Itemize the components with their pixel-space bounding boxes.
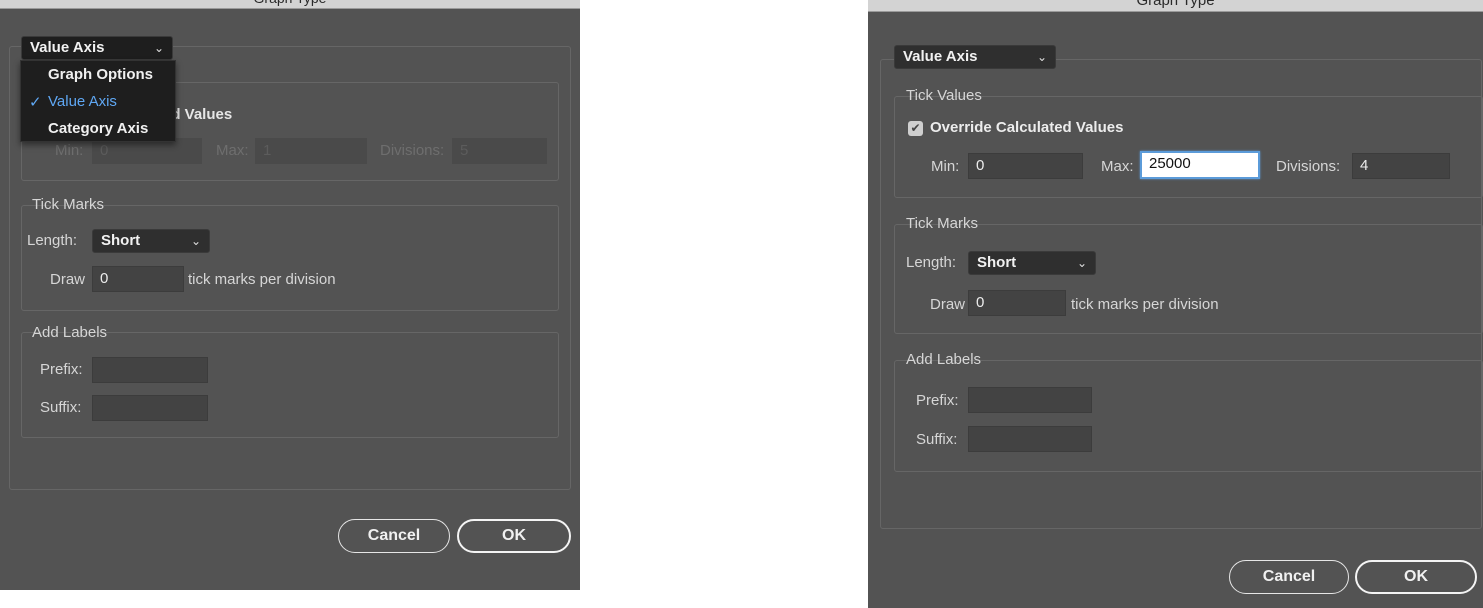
max-label: Max: [1101,158,1134,175]
max-field[interactable]: 25000 [1140,151,1260,179]
prefix-label: Prefix: [40,361,83,378]
dialog-title: Graph Type [1136,0,1215,9]
tick-values-group [894,96,1483,198]
divisions-field[interactable]: 5 [452,138,547,164]
chevron-down-icon: ⌄ [153,41,164,55]
suffix-field[interactable] [968,426,1092,452]
tick-marks-group [21,205,559,311]
divisions-field[interactable]: 4 [1352,153,1450,179]
chevron-down-icon: ⌄ [1076,256,1087,270]
graph-type-dialog-right: Graph Type Value Axis ⌄ Tick Values ✔ Ov… [868,0,1483,608]
ok-button[interactable]: OK [1355,560,1477,594]
cancel-button[interactable]: Cancel [1229,560,1349,594]
section-select-value: Value Axis [30,39,105,56]
length-select-value: Short [977,254,1017,271]
max-label: Max: [216,142,249,159]
draw-label: Draw [930,296,966,313]
divisions-label: Divisions: [1276,158,1341,175]
per-division-label: tick marks per division [1071,296,1219,313]
prefix-field[interactable] [968,387,1092,413]
draw-label: Draw [50,271,86,288]
prefix-field[interactable] [92,357,208,383]
menu-item-label: Graph Options [48,66,153,83]
tick-marks-title: Tick Marks [32,196,104,213]
section-select[interactable]: Value Axis ⌄ [894,45,1056,69]
ok-button[interactable]: OK [457,519,571,553]
chevron-down-icon: ⌄ [190,234,201,248]
draw-field[interactable]: 0 [968,290,1066,316]
override-checkbox[interactable]: ✔ [908,121,923,136]
checkmark-icon: ✓ [29,94,42,111]
max-field[interactable]: 1 [255,138,367,164]
length-label: Length: [906,254,957,271]
divisions-label: Divisions: [380,142,445,159]
add-labels-title: Add Labels [32,324,108,341]
add-labels-group [894,360,1483,472]
menu-item-label: Value Axis [48,93,117,110]
min-label: Min: [55,142,84,159]
dialog-title: Graph Type [0,0,580,6]
cancel-button[interactable]: Cancel [338,519,450,553]
suffix-field[interactable] [92,395,208,421]
tick-values-title: Tick Values [906,87,982,104]
length-select[interactable]: Short ⌄ [968,251,1096,275]
prefix-label: Prefix: [916,392,959,409]
menu-item-label: Category Axis [48,120,149,137]
length-select[interactable]: Short ⌄ [92,229,210,253]
section-select-value: Value Axis [903,48,978,65]
suffix-label: Suffix: [40,399,82,416]
section-dropdown-menu: Graph Options ✓ Value Axis Category Axis [20,60,176,142]
draw-field[interactable]: 0 [92,266,184,292]
dialog-titlebar: Graph Type [0,0,580,9]
suffix-label: Suffix: [916,431,958,448]
dialog-titlebar: Graph Type [868,0,1483,12]
length-label: Length: [27,232,78,249]
chevron-down-icon: ⌄ [1036,50,1047,64]
override-label: Override Calculated Values [930,119,1124,136]
length-select-value: Short [101,232,141,249]
add-labels-title: Add Labels [906,351,982,368]
section-select[interactable]: Value Axis ⌄ [21,36,173,60]
add-labels-group [21,332,559,438]
min-label: Min: [931,158,960,175]
tick-marks-group [894,224,1483,334]
graph-type-dialog-left: Graph Type ted Values Min: 0 Max: 1 Divi… [0,0,580,590]
per-division-label: tick marks per division [188,271,336,288]
tick-marks-title: Tick Marks [906,215,978,232]
min-field[interactable]: 0 [968,153,1083,179]
